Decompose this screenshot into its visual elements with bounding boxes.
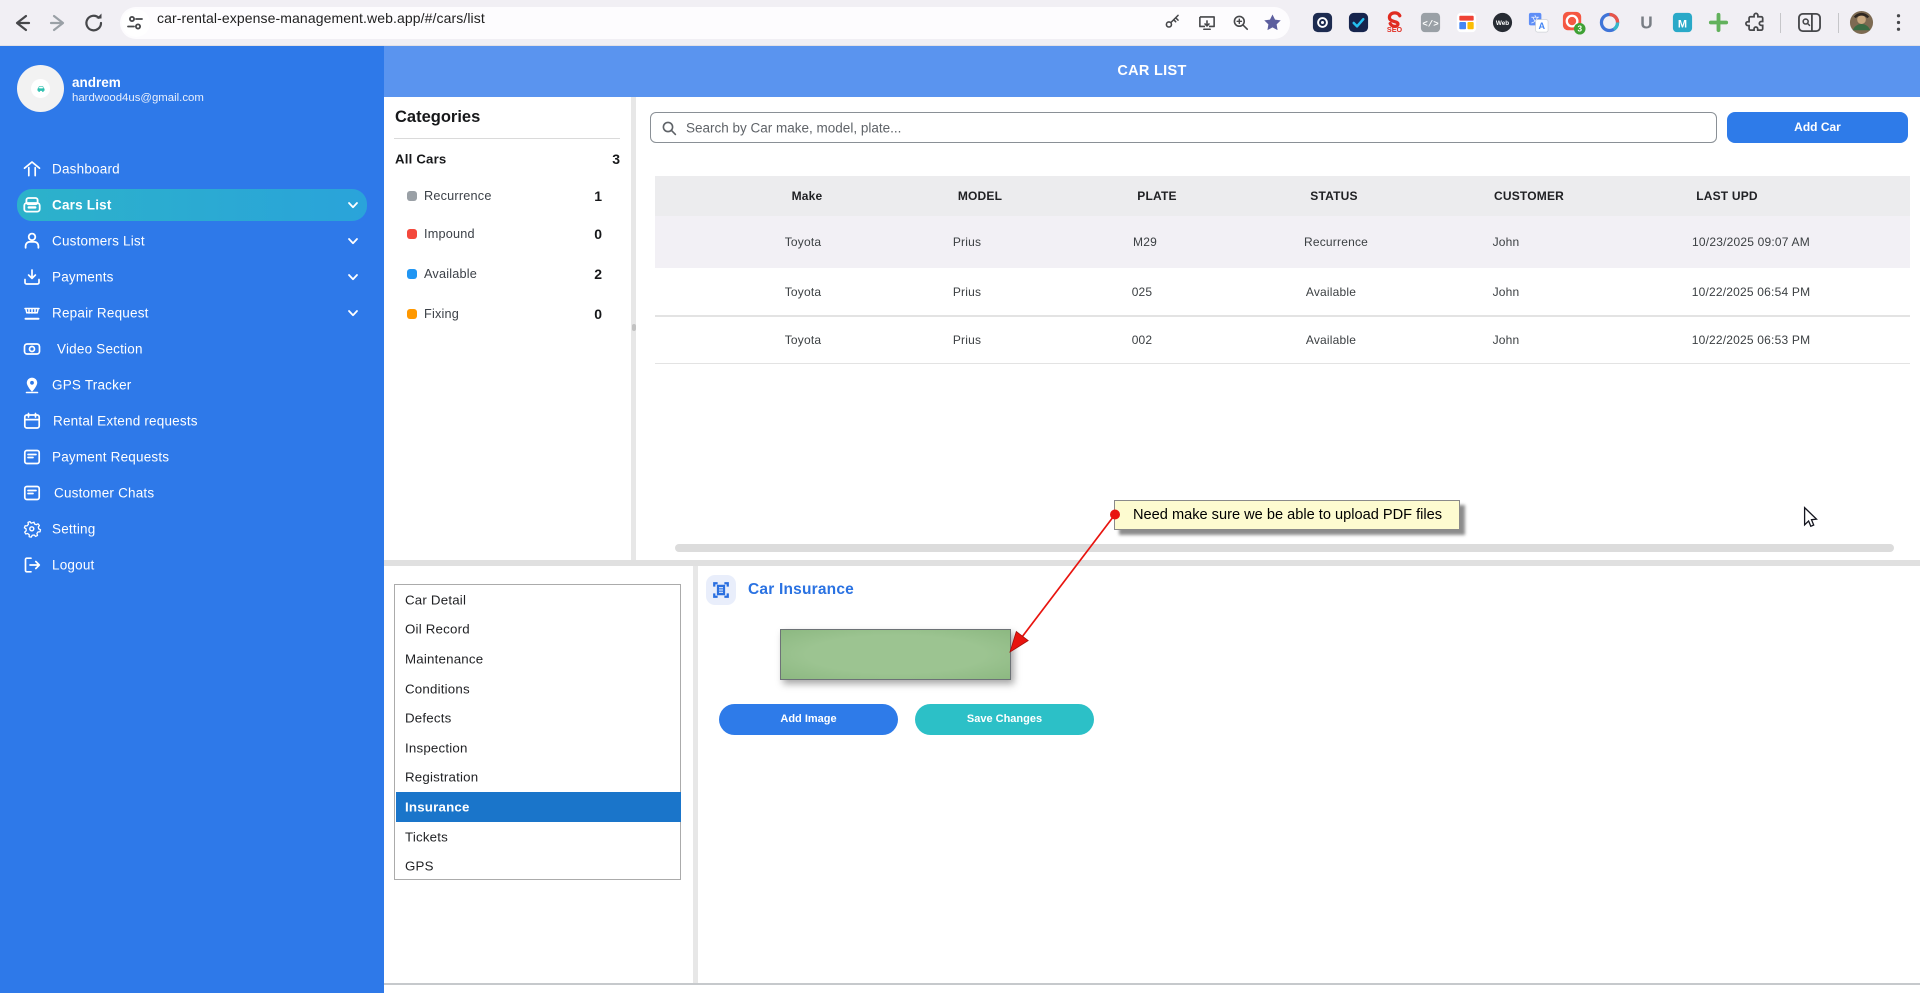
- svg-text:SEO: SEO: [1387, 26, 1403, 34]
- svg-text:U: U: [1640, 13, 1652, 33]
- svg-text:A: A: [1539, 21, 1546, 31]
- svg-text:M: M: [1678, 18, 1687, 30]
- svg-text:Web: Web: [1496, 20, 1509, 27]
- svg-text:</>: </>: [1422, 18, 1439, 29]
- svg-text:3: 3: [1577, 25, 1582, 34]
